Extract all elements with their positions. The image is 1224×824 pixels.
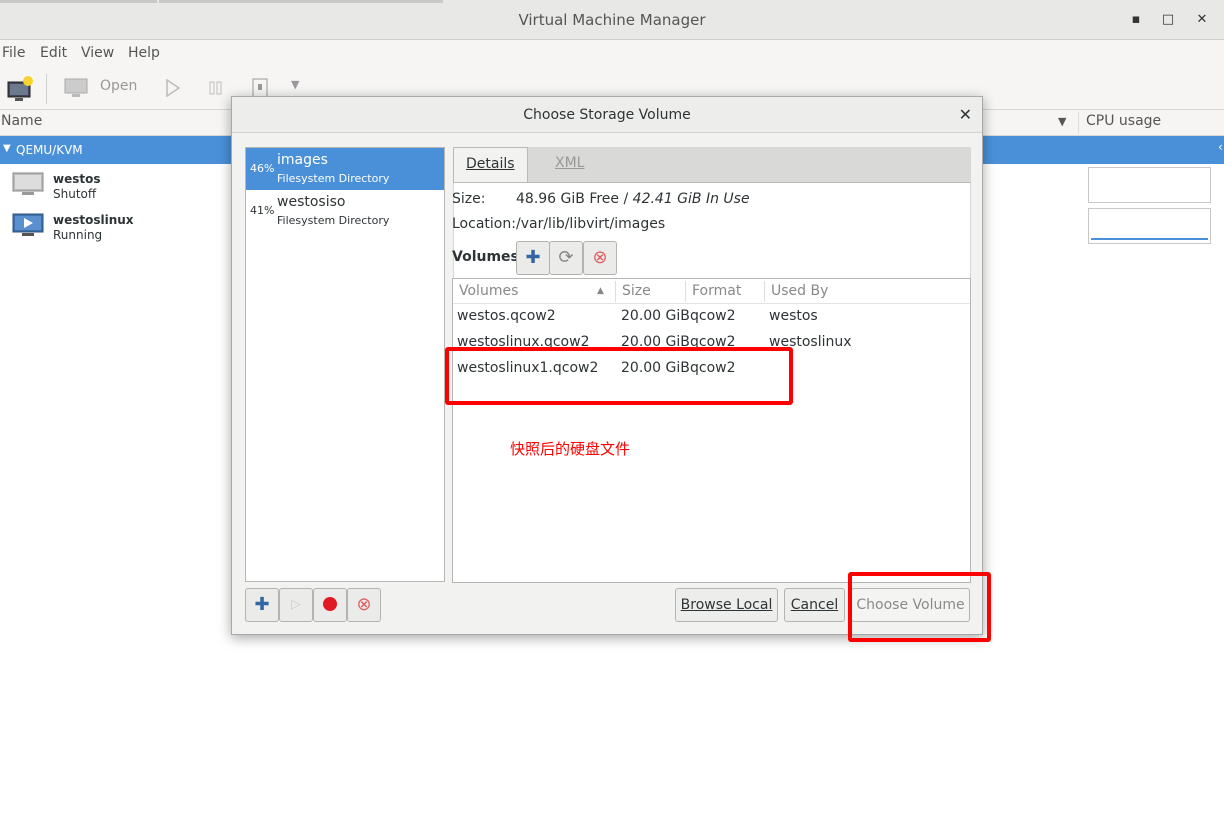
stop-icon [323, 596, 337, 611]
vm-state: Running [53, 228, 103, 242]
pool-name: westosiso [277, 194, 346, 210]
detail-tabs: Details XML [453, 147, 971, 183]
monitor-icon [64, 78, 88, 97]
titlebar-tab-strip [0, 0, 1224, 3]
start-pool-button[interactable]: ▷ [279, 588, 313, 622]
location-label: Location: [452, 216, 516, 232]
vm-name: westos [53, 172, 101, 186]
delete-volume-button[interactable]: ⊗ [583, 241, 617, 275]
column-name-header[interactable]: Name [1, 113, 42, 129]
column-cpu-header[interactable]: CPU usage [1086, 113, 1161, 129]
storage-pool-list: 46% images Filesystem Directory 41% west… [245, 147, 445, 582]
maximize-icon[interactable]: □ [1158, 10, 1178, 30]
pool-type: Filesystem Directory [277, 214, 390, 227]
main-titlebar: Virtual Machine Manager ▪ □ ✕ [0, 0, 1224, 40]
close-icon[interactable]: ✕ [1192, 10, 1212, 30]
volume-used-by: westos [769, 308, 818, 324]
volume-table: Volumes ▲ Size Format Used By westos.qco… [452, 278, 971, 583]
dialog-title: Choose Storage Volume [523, 107, 691, 123]
run-icon[interactable] [166, 78, 181, 101]
vm-shutoff-icon [12, 172, 44, 195]
pool-type: Filesystem Directory [277, 172, 390, 185]
delete-pool-button[interactable]: ⊗ [347, 588, 381, 622]
menu-file[interactable]: File [2, 45, 25, 61]
pool-item-images[interactable]: 46% images Filesystem Directory [246, 148, 444, 190]
plus-icon: ✚ [525, 247, 541, 268]
edge-chevron-icon: ‹ [1218, 140, 1223, 154]
pool-name: images [277, 152, 328, 168]
size-value: 48.96 GiB Free / 42.41 GiB In Use [516, 191, 750, 207]
expander-icon[interactable]: ▼ [3, 143, 11, 154]
volume-size: 20.00 GiB [621, 308, 690, 324]
delete-icon: ⊗ [356, 594, 372, 615]
choose-storage-volume-dialog: Choose Storage Volume ✕ 46% images Files… [231, 96, 991, 642]
new-vm-icon [7, 76, 33, 101]
volumes-label: Volumes [452, 249, 519, 265]
column-dropdown-icon[interactable]: ▼ [1058, 115, 1066, 128]
browse-local-button[interactable]: Browse Local [675, 588, 778, 622]
tab-details[interactable]: Details [453, 147, 528, 182]
cpu-usage-graph [1088, 167, 1211, 203]
vm-name: westoslinux [53, 213, 134, 227]
stop-pool-button[interactable] [313, 588, 347, 622]
open-label: Open [100, 78, 138, 94]
menu-view[interactable]: View [81, 45, 114, 61]
dialog-titlebar: Choose Storage Volume ✕ [232, 97, 982, 133]
location-value: /var/lib/libvirt/images [516, 216, 666, 232]
pause-icon[interactable] [208, 80, 224, 100]
cpu-usage-graph [1088, 208, 1211, 244]
volume-table-header: Volumes ▲ Size Format Used By [453, 279, 970, 304]
open-vm-button[interactable] [64, 78, 88, 102]
delete-icon: ⊗ [592, 247, 608, 268]
refresh-volumes-button[interactable]: ⟳ [549, 241, 583, 275]
header-volumes[interactable]: Volumes [459, 283, 518, 299]
table-row[interactable]: westos.qcow2 20.00 GiB qcow2 westos [453, 304, 970, 330]
menu-help[interactable]: Help [128, 45, 160, 61]
dialog-close-icon[interactable]: ✕ [959, 105, 972, 124]
annotation-highlight-choose-volume [848, 572, 991, 642]
tab-xml[interactable]: XML [543, 147, 596, 182]
new-vm-button[interactable] [6, 76, 34, 106]
add-pool-button[interactable]: ✚ [245, 588, 279, 622]
header-size[interactable]: Size [622, 283, 651, 299]
cancel-button[interactable]: Cancel [784, 588, 845, 622]
pool-usage-percent: 46% [250, 162, 275, 175]
volume-format: qcow2 [690, 308, 736, 324]
pool-usage-percent: 41% [250, 204, 275, 217]
vm-state: Shutoff [53, 187, 97, 201]
plus-icon: ✚ [254, 594, 270, 615]
refresh-icon: ⟳ [558, 247, 574, 268]
window-title: Virtual Machine Manager [518, 11, 706, 29]
volume-name: westos.qcow2 [457, 308, 556, 324]
menu-edit[interactable]: Edit [40, 45, 67, 61]
sort-ascending-icon: ▲ [597, 286, 604, 296]
menubar: File Edit View Help [0, 40, 1224, 68]
annotation-text: 快照后的硬盘文件 [510, 440, 631, 458]
connection-name: QEMU/KVM [16, 143, 83, 157]
pool-item-westosiso[interactable]: 41% westosiso Filesystem Directory [246, 190, 444, 232]
header-used-by[interactable]: Used By [771, 283, 828, 299]
header-format[interactable]: Format [692, 283, 741, 299]
add-volume-button[interactable]: ✚ [516, 241, 550, 275]
minimize-icon[interactable]: ▪ [1126, 10, 1146, 30]
vm-running-icon [12, 213, 44, 236]
annotation-highlight-new-volume [445, 347, 793, 405]
shutdown-menu-chevron-icon[interactable]: ▼ [291, 78, 299, 91]
play-icon: ▷ [291, 597, 301, 612]
size-label: Size: [452, 191, 486, 207]
